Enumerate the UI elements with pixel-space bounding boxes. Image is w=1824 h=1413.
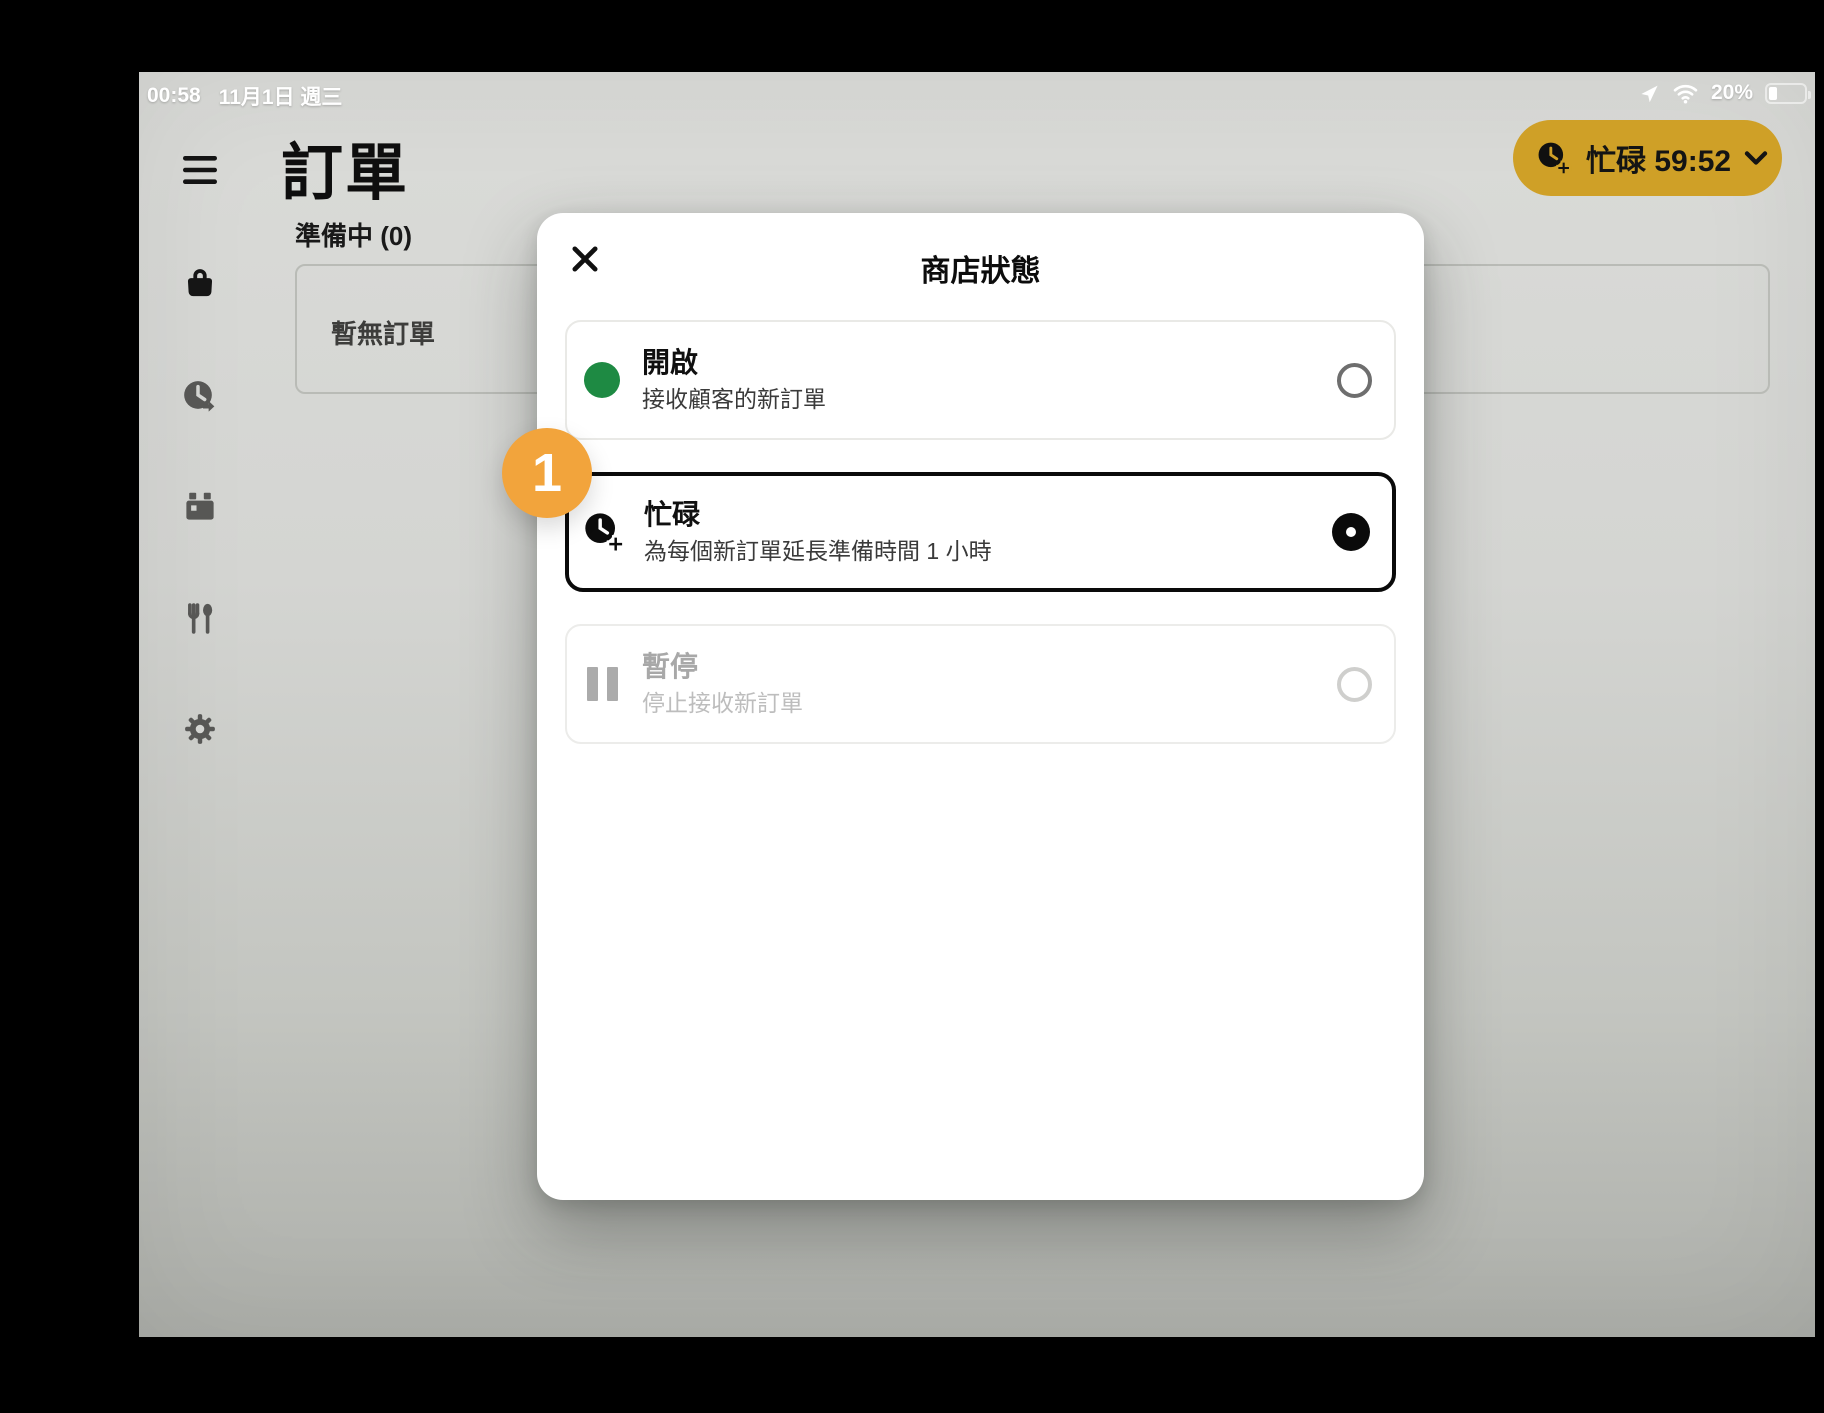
calendar-icon [181, 487, 219, 525]
option-busy[interactable]: 忙碌 為每個新訂單延長準備時間 1 小時 [565, 472, 1396, 592]
page-title: 訂單 [281, 122, 409, 212]
status-date: 11月1日 週三 [219, 81, 343, 111]
pause-status-icon [573, 667, 631, 701]
tab-preparing[interactable]: 準備中 (0) [295, 216, 412, 253]
option-open-text: 開啟 接收顧客的新訂單 [642, 347, 1337, 414]
pause-icon [587, 667, 618, 701]
store-status-options: 開啟 接收顧客的新訂單 忙碌 為每個新 [565, 320, 1396, 776]
status-bar-left: 00:58 11月1日 週三 [147, 81, 342, 111]
status-time: 00:58 [147, 84, 201, 108]
modal-title: 商店狀態 [537, 246, 1424, 290]
store-status-pill-label: 忙碌 59:52 [1586, 136, 1731, 180]
gear-icon [181, 710, 219, 748]
sidebar-item-schedule[interactable] [181, 487, 219, 525]
option-pause-subtitle: 停止接收新訂單 [642, 690, 1337, 718]
hamburger-menu-button[interactable] [181, 151, 219, 189]
option-busy-radio-selected[interactable] [1332, 513, 1370, 551]
battery-percent: 20% [1711, 81, 1753, 105]
store-status-modal: 商店狀態 開啟 接收顧客的新訂單 [537, 213, 1424, 1200]
option-busy-text: 忙碌 為每個新訂單延長準備時間 1 小時 [644, 499, 1332, 566]
option-open-subtitle: 接收顧客的新訂單 [642, 386, 1337, 414]
battery-fill [1769, 87, 1777, 100]
sidebar-item-orders[interactable] [181, 264, 219, 302]
option-pause-title: 暫停 [642, 651, 1337, 683]
busy-clock-plus-icon [1535, 139, 1573, 177]
battery-cap [1808, 91, 1811, 99]
sidebar-item-busy-mode[interactable] [181, 378, 219, 416]
option-pause-radio [1337, 667, 1372, 702]
option-pause[interactable]: 暫停 停止接收新訂單 [565, 624, 1396, 744]
hamburger-icon [183, 156, 217, 184]
location-arrow-icon [1639, 83, 1660, 104]
utensils-icon [181, 599, 219, 637]
bag-icon [181, 264, 219, 302]
chevron-down-icon [1744, 150, 1768, 166]
store-status-pill-button[interactable]: 忙碌 59:52 [1513, 120, 1782, 196]
option-open-radio[interactable] [1337, 363, 1372, 398]
green-dot-icon [584, 362, 620, 398]
sidebar-item-menu[interactable] [181, 599, 219, 637]
tablet-frame: 00:58 11月1日 週三 20% [0, 0, 1824, 1413]
sidebar-item-settings[interactable] [181, 710, 219, 748]
option-busy-title: 忙碌 [644, 499, 1332, 531]
wifi-icon [1672, 82, 1699, 104]
busy-clock-plus-icon [581, 509, 627, 555]
status-bar-right: 20% [1639, 81, 1807, 105]
app-screen: 00:58 11月1日 週三 20% [139, 72, 1815, 1337]
battery-icon [1765, 83, 1807, 104]
option-busy-subtitle: 為每個新訂單延長準備時間 1 小時 [644, 538, 1332, 566]
busy-status-icon [575, 509, 633, 555]
open-status-icon [573, 362, 631, 398]
tutorial-step-number: 1 [532, 442, 562, 504]
tutorial-step-badge: 1 [502, 428, 592, 518]
clock-forward-icon [180, 377, 220, 417]
option-pause-text: 暫停 停止接收新訂單 [642, 651, 1337, 718]
orders-empty-state-text: 暫無訂單 [331, 314, 435, 351]
option-open[interactable]: 開啟 接收顧客的新訂單 [565, 320, 1396, 440]
option-open-title: 開啟 [642, 347, 1337, 379]
